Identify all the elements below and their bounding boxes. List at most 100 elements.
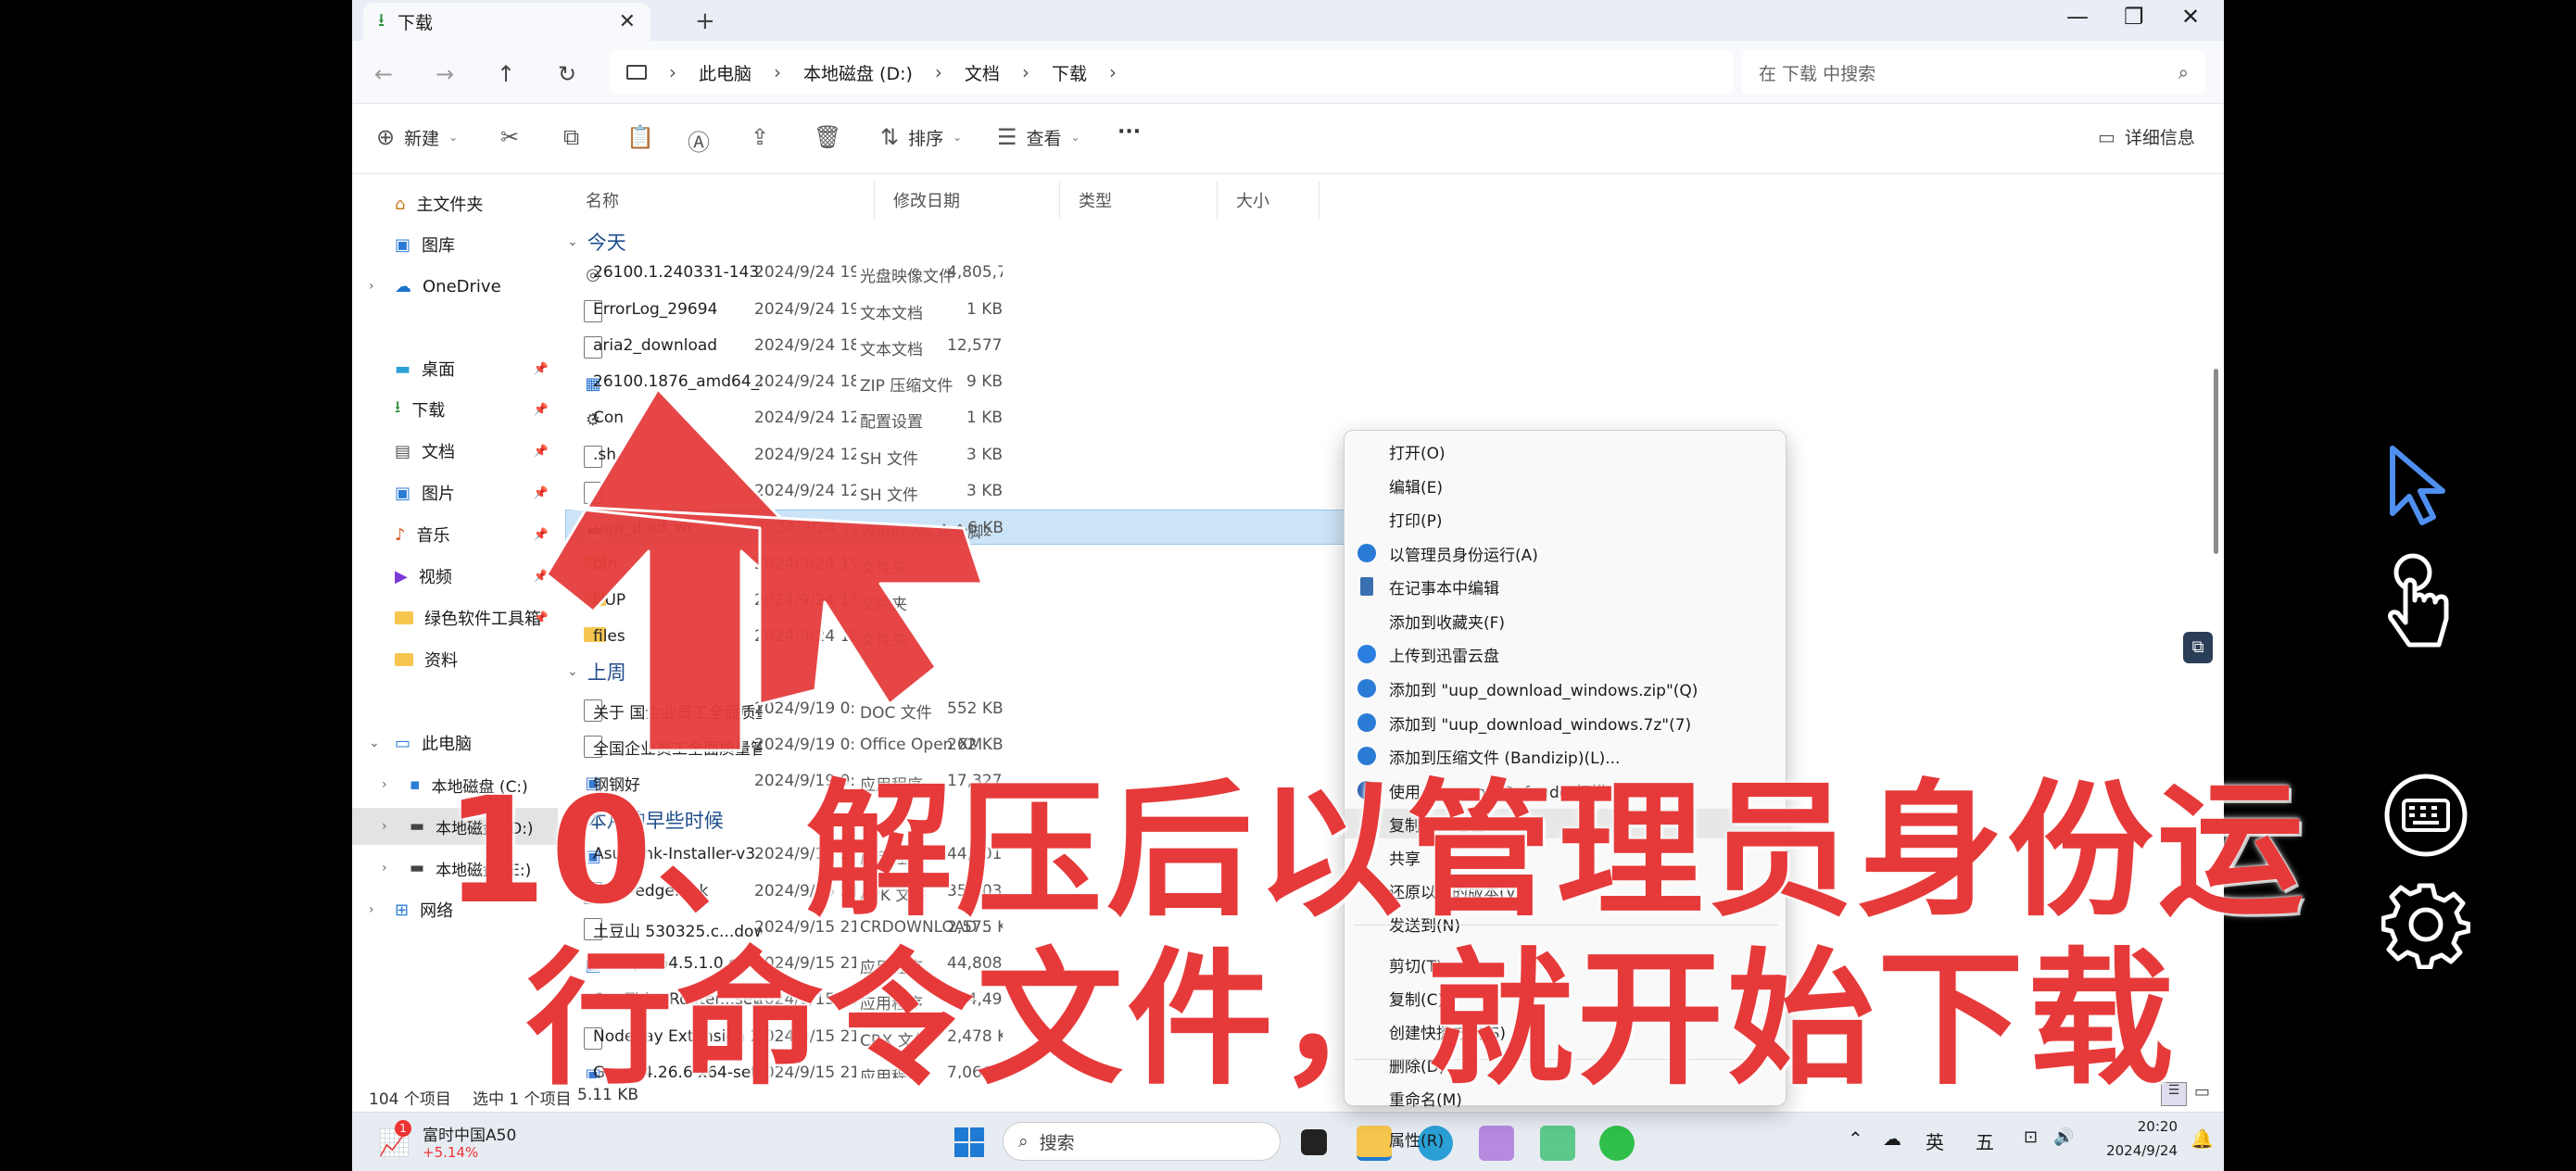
floating-window-icon[interactable]: ⧉: [2183, 632, 2213, 663]
context-menu-item[interactable]: 添加到收藏夹(F): [1345, 606, 1787, 636]
sidebar-item-gallery[interactable]: ▣ 图库: [352, 226, 558, 263]
file-name: .sh: [593, 446, 617, 464]
item-count: 104 个项目: [369, 1090, 451, 1109]
column-header-name[interactable]: 名称: [567, 182, 875, 219]
more-options-button[interactable]: ···: [1118, 120, 1141, 144]
volume-icon[interactable]: 🔊: [2053, 1127, 2074, 1147]
cut-icon[interactable]: ✂: [500, 124, 519, 150]
view-button[interactable]: ☰ 查看 ⌄: [997, 124, 1080, 150]
chevron-up-icon[interactable]: ⌃: [1848, 1127, 1863, 1150]
context-menu-item[interactable]: 打印(P): [1345, 504, 1787, 534]
breadcrumb-item[interactable]: 下载: [1052, 60, 1087, 85]
chevron-right-icon[interactable]: ›: [382, 861, 387, 875]
forward-icon[interactable]: →: [436, 61, 454, 87]
chevron-right-icon: ›: [1108, 61, 1117, 83]
context-menu-item[interactable]: 编辑(E): [1345, 471, 1787, 500]
context-menu-label: 打印(P): [1389, 511, 1443, 531]
clock-time[interactable]: 20:20: [2094, 1118, 2178, 1135]
column-header-date[interactable]: 修改日期: [875, 182, 1060, 219]
sidebar-item-home[interactable]: ⌂ 主文件夹: [352, 185, 558, 222]
sidebar-item-downloads[interactable]: ⭳ 下载 📌: [352, 391, 558, 428]
chevron-right-icon[interactable]: ›: [369, 279, 374, 294]
sidebar-item-documents[interactable]: ▤ 文档 📌: [352, 433, 558, 470]
tiles-view-icon[interactable]: ▭: [2194, 1082, 2210, 1102]
paste-icon[interactable]: 📋: [626, 124, 654, 150]
context-menu-item[interactable]: 打开(O): [1345, 436, 1787, 466]
breadcrumb-item[interactable]: 本地磁盘 (D:): [803, 60, 913, 85]
details-button[interactable]: ▭ 详细信息: [2098, 124, 2195, 149]
sidebar-item-videos[interactable]: ▶ 视频 📌: [352, 558, 558, 595]
context-menu-item[interactable]: 在记事本中编辑: [1345, 572, 1787, 601]
up-icon[interactable]: ↑: [497, 61, 515, 87]
file-row[interactable]: ◎26100.1.240331-1435.GE_RELEASE_CL...202…: [565, 255, 1696, 290]
file-row[interactable]: ▦26100.1876_amd64_zh-cn_multi_009c...202…: [565, 364, 1696, 399]
file-row[interactable]: aria2_download2024/9/24 18:23文本文档12,577 …: [565, 328, 1696, 363]
pc-icon: ▭: [395, 733, 411, 753]
cloud-sync-icon[interactable]: ☁: [1883, 1127, 1901, 1150]
search-input[interactable]: 在 下载 中搜索 ⌕: [1742, 50, 2205, 94]
sidebar-item-music[interactable]: ♪ 音乐 📌: [352, 516, 558, 553]
rename-icon[interactable]: Ⓐ: [688, 124, 710, 157]
network-icon[interactable]: ⊡: [2024, 1127, 2038, 1147]
close-window-button[interactable]: ✕: [2181, 4, 2200, 30]
back-icon[interactable]: ←: [374, 61, 393, 87]
file-name: bin: [593, 555, 618, 573]
context-menu-item[interactable]: 属性(R): [1345, 1124, 1787, 1153]
sidebar-item-label: 图片: [422, 485, 456, 504]
start-button[interactable]: [954, 1127, 984, 1157]
settings-gear-icon[interactable]: [2380, 880, 2473, 970]
sidebar-item-desktop[interactable]: ▬ 桌面 📌: [352, 350, 558, 387]
tab-bar: ⭳ 下载 ✕ + — ❐ ✕: [352, 0, 2224, 41]
file-size: 9 KB: [966, 372, 1003, 391]
breadcrumb-item[interactable]: 文档: [965, 60, 1000, 85]
chevron-right-icon: ›: [934, 61, 942, 83]
taskbar-search[interactable]: ⌕ 搜索: [1003, 1122, 1281, 1161]
ime-input[interactable]: 五: [1976, 1127, 1994, 1154]
group-header-last_week[interactable]: ⌄ 上周: [567, 658, 626, 686]
touch-tool-icon[interactable]: [2381, 552, 2456, 654]
sidebar-item-onedrive[interactable]: › ☁ OneDrive: [352, 268, 558, 305]
tab-close-button[interactable]: ✕: [619, 10, 636, 33]
context-menu-item[interactable]: 添加到 "uup_download_windows.zip"(Q): [1345, 674, 1787, 703]
chevron-right-icon[interactable]: ›: [369, 902, 374, 917]
task-view-icon[interactable]: [1301, 1129, 1327, 1155]
breadcrumb-item[interactable]: 此电脑: [699, 60, 751, 85]
context-menu-item[interactable]: 上传到迅雷云盘: [1345, 639, 1787, 669]
breadcrumb[interactable]: › 此电脑 › 本地磁盘 (D:) › 文档 › 下载 ›: [610, 50, 1733, 94]
group-header-today[interactable]: ⌄ 今天: [567, 228, 626, 256]
new-tab-button[interactable]: +: [695, 7, 715, 35]
delete-icon[interactable]: 🗑: [814, 124, 841, 150]
tab-downloads[interactable]: ⭳ 下载 ✕: [363, 3, 650, 41]
sidebar-item-materials[interactable]: 资料: [352, 641, 558, 678]
notification-bell-icon[interactable]: 🔔: [2191, 1127, 2214, 1150]
keyboard-tool-icon[interactable]: [2381, 771, 2470, 860]
ime-mode[interactable]: 英: [1926, 1127, 1944, 1154]
chevron-right-icon: ›: [669, 61, 676, 83]
file-row[interactable]: ErrorLog_296942024/9/24 19:02文本文档1 KB: [565, 292, 1696, 327]
share-icon[interactable]: ⇪: [751, 124, 769, 150]
column-header-type[interactable]: 类型: [1060, 182, 1218, 219]
stock-badge: 1: [395, 1120, 411, 1137]
sidebar-item-pictures[interactable]: ▣ 图片 📌: [352, 474, 558, 511]
copy-icon[interactable]: ⧉: [563, 124, 579, 150]
clock-date[interactable]: 2024/9/24: [2094, 1142, 2178, 1159]
chevron-right-icon[interactable]: ›: [382, 819, 387, 834]
stock-widget[interactable]: 📈 1 富时中国A50 +5.14%: [374, 1118, 597, 1166]
context-menu-label: 以管理员身份运行(A): [1389, 546, 1538, 565]
pin-icon: 📌: [533, 527, 549, 542]
file-date: 2024/9/24 19:13: [754, 555, 856, 573]
maximize-button[interactable]: ❐: [2124, 4, 2144, 30]
context-menu-item[interactable]: 以管理员身份运行(A): [1345, 538, 1787, 568]
pointer-tool-icon[interactable]: [2381, 443, 2456, 526]
chevron-down-icon[interactable]: ⌄: [369, 736, 380, 750]
vertical-scrollbar[interactable]: [2214, 369, 2218, 554]
sort-button[interactable]: ⇅ 排序 ⌄: [880, 124, 962, 150]
chevron-right-icon[interactable]: ›: [382, 777, 387, 792]
minimize-button[interactable]: —: [2066, 4, 2089, 30]
overlay-text-line2: 行命令文件，就开始下载: [526, 935, 2178, 1105]
sidebar-item-green-tools[interactable]: 绿色软件工具箱 📌: [352, 599, 558, 636]
refresh-icon[interactable]: ↻: [558, 61, 576, 87]
new-button[interactable]: ⊕ 新建 ⌄: [376, 124, 458, 150]
column-header-size[interactable]: 大小: [1218, 182, 1320, 219]
taskbar-search-label: 搜索: [1039, 1132, 1075, 1153]
